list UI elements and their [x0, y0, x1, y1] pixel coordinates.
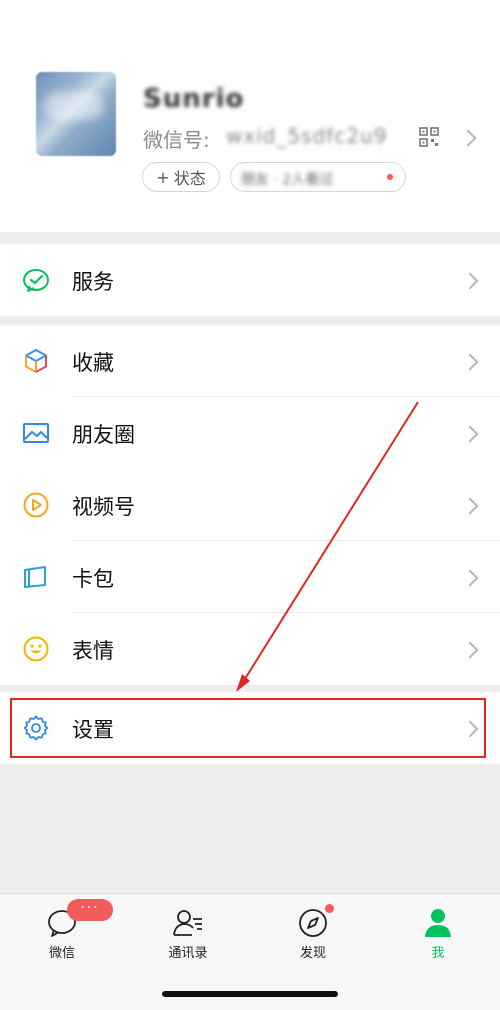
person-icon	[425, 909, 451, 937]
annotation-arrow	[236, 401, 419, 692]
tab-label-chats: 微信	[48, 946, 75, 961]
tab-contacts[interactable]: 通讯录	[138, 906, 238, 961]
contacts-icon	[173, 910, 202, 936]
tab-label-discover: 发现	[299, 946, 326, 961]
tab-chats[interactable]: ··· 微信	[12, 899, 113, 961]
notification-dot	[325, 904, 334, 913]
tab-discover[interactable]: 发现	[263, 904, 363, 961]
unread-badge: ···	[67, 899, 113, 921]
home-indicator	[162, 991, 338, 997]
tab-me[interactable]: 我	[388, 906, 488, 961]
tab-label-contacts: 通讯录	[168, 946, 208, 961]
tab-label-me: 我	[431, 946, 445, 961]
